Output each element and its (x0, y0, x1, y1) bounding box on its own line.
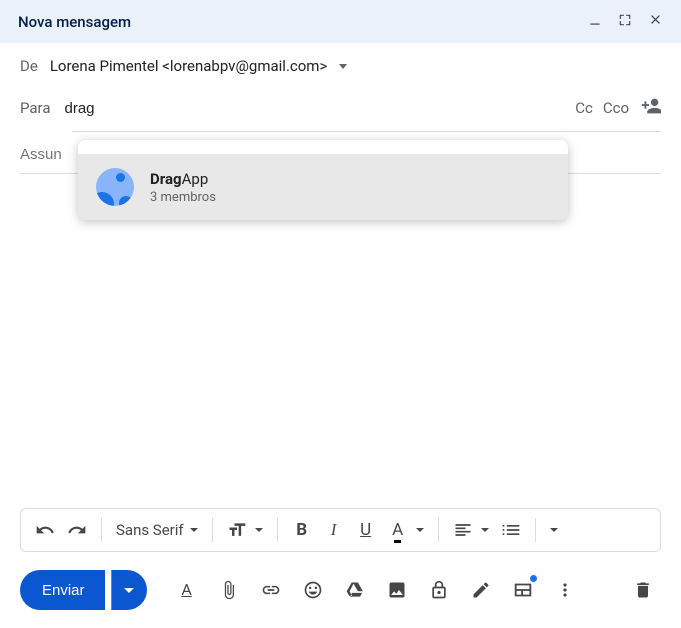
toolbar-separator (277, 518, 278, 542)
underline-button[interactable]: U (352, 516, 380, 544)
send-button[interactable]: Enviar (20, 570, 105, 610)
discard-draft-button[interactable] (625, 572, 661, 608)
insert-link-button[interactable] (253, 572, 289, 608)
titlebar-actions (588, 12, 663, 31)
redo-button[interactable] (63, 516, 91, 544)
expand-icon[interactable] (618, 13, 632, 31)
autocomplete-name: DragApp (150, 170, 216, 188)
italic-button[interactable]: I (320, 516, 348, 544)
autocomplete-item[interactable]: DragApp 3 membros (78, 154, 568, 220)
close-icon[interactable] (648, 12, 663, 31)
minimize-icon[interactable] (588, 13, 602, 31)
message-body[interactable] (0, 174, 681, 508)
toolbar-separator (438, 518, 439, 542)
insert-drive-button[interactable] (337, 572, 373, 608)
insert-signature-button[interactable] (463, 572, 499, 608)
to-label: Para (20, 99, 51, 117)
insert-emoji-button[interactable] (295, 572, 331, 608)
notification-dot-icon (530, 575, 537, 582)
caret-down-icon[interactable] (481, 528, 489, 532)
confidential-mode-button[interactable] (421, 572, 457, 608)
from-row: De Lorena Pimentel <lorenabpv@gmail.com> (0, 43, 681, 85)
attach-file-button[interactable] (211, 572, 247, 608)
to-row: Para Cc Cco (0, 85, 681, 131)
cc-button[interactable]: Cc (575, 99, 593, 117)
caret-down-icon[interactable] (255, 528, 263, 532)
autocomplete-text: DragApp 3 membros (150, 170, 216, 205)
from-value[interactable]: Lorena Pimentel <lorenabpv@gmail.com> (50, 57, 328, 75)
caret-down-icon (190, 528, 198, 532)
insert-photo-button[interactable] (379, 572, 415, 608)
compose-titlebar: Nova mensagem (0, 0, 681, 43)
formatting-toggle-button[interactable]: A (169, 572, 205, 608)
group-avatar-icon (96, 168, 134, 206)
text-color-button[interactable]: A (384, 516, 412, 544)
more-format-icon[interactable] (550, 528, 558, 532)
contacts-picker-icon[interactable] (639, 95, 661, 121)
autocomplete-popup: DragApp 3 membros (78, 140, 568, 220)
bottom-bar: Enviar A (0, 560, 681, 628)
compose-title: Nova mensagem (18, 13, 131, 31)
more-options-button[interactable] (547, 572, 583, 608)
to-input[interactable] (65, 100, 576, 117)
font-size-button[interactable] (223, 516, 251, 544)
layout-button[interactable] (505, 572, 541, 608)
toolbar-separator (101, 518, 102, 542)
bold-button[interactable]: B (288, 516, 316, 544)
bcc-button[interactable]: Cco (603, 99, 629, 117)
undo-button[interactable] (31, 516, 59, 544)
autocomplete-subtitle: 3 membros (150, 190, 216, 205)
list-button[interactable] (497, 516, 525, 544)
caret-down-icon (124, 588, 134, 593)
from-dropdown-icon[interactable] (339, 64, 347, 69)
font-family-select[interactable]: Sans Serif (112, 521, 202, 539)
send-options-button[interactable] (111, 570, 147, 610)
caret-down-icon[interactable] (416, 528, 424, 532)
autocomplete-input-strip (78, 140, 568, 154)
toolbar-separator (212, 518, 213, 542)
toolbar-separator (535, 518, 536, 542)
from-label: De (20, 57, 38, 75)
format-toolbar: Sans Serif B I U A (20, 508, 661, 552)
align-button[interactable] (449, 516, 477, 544)
